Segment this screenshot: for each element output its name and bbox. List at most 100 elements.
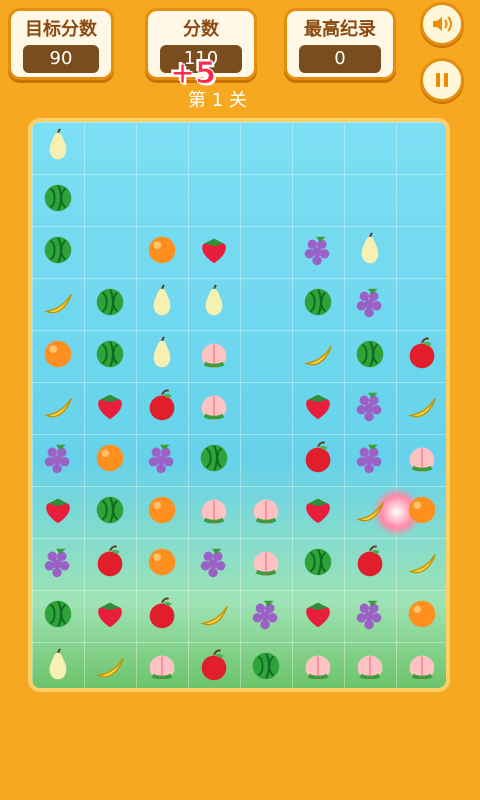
banana-icon — [299, 335, 337, 377]
target-score-label: 目标分数 — [25, 19, 97, 40]
fruit-tile[interactable] — [84, 590, 136, 642]
fruit-tile[interactable] — [396, 434, 446, 486]
watermelon-icon — [351, 335, 389, 377]
fruit-tile[interactable] — [292, 278, 344, 330]
fruit-tile[interactable] — [32, 174, 84, 226]
fruit-tile[interactable] — [188, 486, 240, 538]
peach-icon — [143, 647, 181, 688]
fruit-tile[interactable] — [292, 538, 344, 590]
peach-icon — [195, 491, 233, 533]
fruit-tile[interactable] — [344, 330, 396, 382]
pear-icon — [195, 283, 233, 325]
fruit-tile[interactable] — [188, 330, 240, 382]
fruit-tile[interactable] — [396, 590, 446, 642]
fruit-tile[interactable] — [84, 434, 136, 486]
fruit-tile[interactable] — [396, 538, 446, 590]
fruit-tile[interactable] — [292, 226, 344, 278]
watermelon-icon — [91, 335, 129, 377]
fruit-tile[interactable] — [292, 642, 344, 688]
fruit-tile[interactable] — [84, 330, 136, 382]
fruit-tile[interactable] — [32, 330, 84, 382]
grape-icon — [351, 283, 389, 325]
strawberry-icon — [299, 387, 337, 429]
fruit-tile[interactable] — [136, 278, 188, 330]
banana-icon — [195, 595, 233, 637]
fruit-tile[interactable] — [188, 278, 240, 330]
fruit-tile[interactable] — [240, 486, 292, 538]
strawberry-icon — [39, 491, 77, 533]
fruit-tile[interactable] — [292, 330, 344, 382]
fruit-tile[interactable] — [136, 330, 188, 382]
fruit-tile[interactable] — [188, 538, 240, 590]
fruit-tile[interactable] — [84, 278, 136, 330]
fruit-tile[interactable] — [344, 278, 396, 330]
fruit-tile[interactable] — [344, 434, 396, 486]
apple-icon — [403, 335, 441, 377]
fruit-tile[interactable] — [188, 590, 240, 642]
fruit-tile[interactable] — [32, 642, 84, 688]
sound-button[interactable] — [420, 2, 464, 46]
peach-icon — [403, 647, 441, 688]
fruit-tile[interactable] — [344, 486, 396, 538]
fruit-tile[interactable] — [32, 382, 84, 434]
fruit-tile[interactable] — [344, 226, 396, 278]
pear-icon — [39, 647, 77, 688]
fruit-tile[interactable] — [136, 486, 188, 538]
fruit-tile[interactable] — [240, 642, 292, 688]
fruit-tile[interactable] — [396, 486, 446, 538]
best-score-value: 0 — [299, 45, 381, 73]
fruit-tile[interactable] — [32, 538, 84, 590]
fruit-tile[interactable] — [136, 434, 188, 486]
fruit-tile[interactable] — [240, 590, 292, 642]
fruit-tile[interactable] — [32, 278, 84, 330]
fruit-tile[interactable] — [32, 122, 84, 174]
fruit-tile[interactable] — [32, 590, 84, 642]
fruit-tile[interactable] — [292, 434, 344, 486]
banana-icon — [39, 387, 77, 429]
orange-icon — [143, 491, 181, 533]
fruit-tile[interactable] — [136, 382, 188, 434]
fruit-tile[interactable] — [292, 382, 344, 434]
watermelon-icon — [299, 283, 337, 325]
fruit-tile[interactable] — [32, 486, 84, 538]
fruit-tile[interactable] — [32, 434, 84, 486]
fruit-tile[interactable] — [84, 486, 136, 538]
fruit-tile[interactable] — [188, 434, 240, 486]
target-score-value: 90 — [23, 45, 99, 73]
fruit-tile[interactable] — [136, 590, 188, 642]
banana-icon — [403, 543, 441, 585]
fruit-tile[interactable] — [188, 642, 240, 688]
fruit-tile[interactable] — [188, 226, 240, 278]
fruit-tile[interactable] — [344, 382, 396, 434]
grape-icon — [143, 439, 181, 481]
fruit-tile[interactable] — [240, 538, 292, 590]
watermelon-icon — [39, 595, 77, 637]
fruit-tile[interactable] — [84, 642, 136, 688]
watermelon-icon — [195, 439, 233, 481]
fruit-tile[interactable] — [84, 382, 136, 434]
fruit-tile[interactable] — [136, 642, 188, 688]
pause-button[interactable] — [420, 58, 464, 102]
watermelon-icon — [39, 179, 77, 221]
game-board[interactable] — [28, 118, 450, 692]
fruit-tile[interactable] — [396, 330, 446, 382]
fruit-tile[interactable] — [344, 590, 396, 642]
grape-icon — [351, 387, 389, 429]
fruit-tile[interactable] — [396, 382, 446, 434]
strawberry-icon — [299, 595, 337, 637]
peach-icon — [195, 387, 233, 429]
fruit-tile[interactable] — [292, 590, 344, 642]
fruit-tile[interactable] — [396, 642, 446, 688]
grape-icon — [39, 543, 77, 585]
fruit-tile[interactable] — [344, 538, 396, 590]
fruit-tile[interactable] — [136, 226, 188, 278]
fruit-tile[interactable] — [32, 226, 84, 278]
best-score-panel: 最高纪录 0 — [284, 8, 396, 80]
fruit-tile[interactable] — [188, 382, 240, 434]
orange-icon — [403, 491, 441, 533]
fruit-tile[interactable] — [344, 642, 396, 688]
fruit-tile[interactable] — [136, 538, 188, 590]
apple-icon — [195, 647, 233, 688]
fruit-tile[interactable] — [84, 538, 136, 590]
fruit-tile[interactable] — [292, 486, 344, 538]
